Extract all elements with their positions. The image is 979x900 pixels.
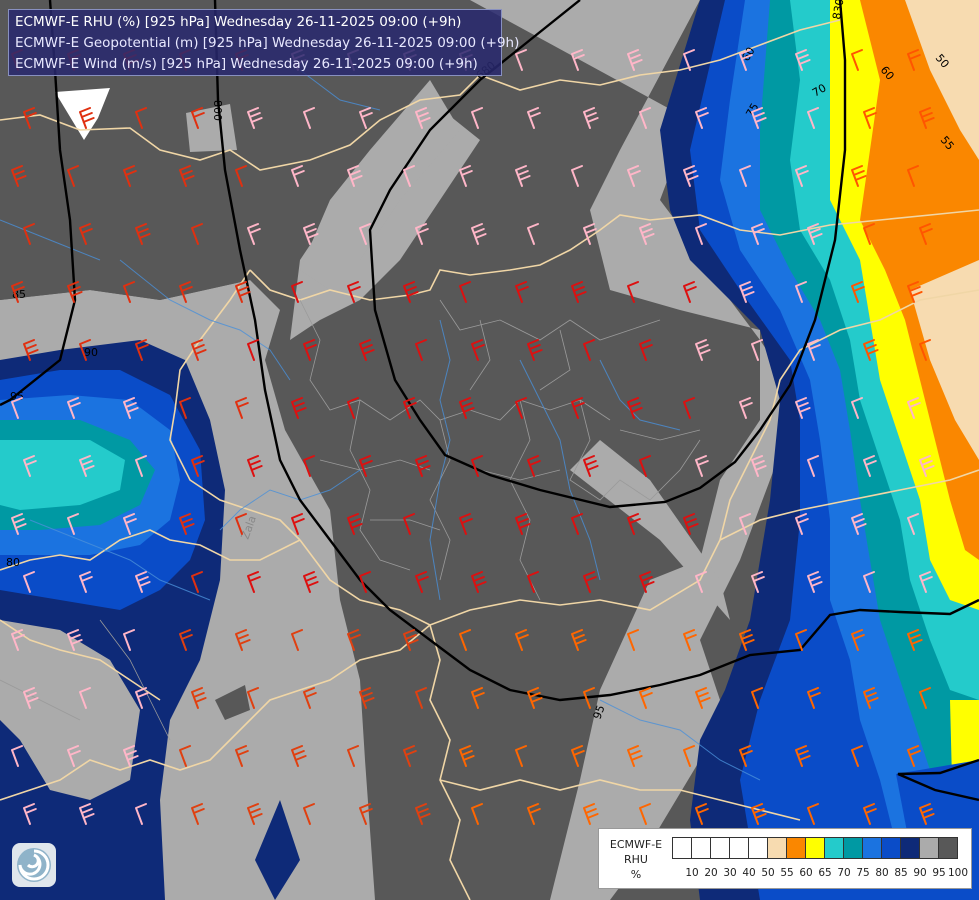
legend-swatch <box>843 837 863 859</box>
legend-swatch <box>672 837 692 859</box>
legend-tick-label: 100 <box>947 867 969 879</box>
legend-title-variable: RHU <box>624 853 648 866</box>
legend-swatch <box>710 837 730 859</box>
legend-title: ECMWF-E RHU % <box>603 837 669 882</box>
legend-swatch <box>881 837 901 859</box>
weather-map: 830 800 680 85 90 95 60 75 70 60 50 55 9… <box>0 0 979 900</box>
legend-swatch <box>919 837 939 859</box>
legend-tick-label: 90 <box>913 867 927 879</box>
legend-swatch <box>691 837 711 859</box>
title-wind: ECMWF-E Wind (m/s) [925 hPa] Wednesday 2… <box>15 56 478 72</box>
legend-title-unit: % <box>630 868 642 881</box>
legend-swatch <box>767 837 787 859</box>
legend-tick-label: 95 <box>932 867 946 879</box>
legend-tick-label: 85 <box>894 867 908 879</box>
legend-tick-label: 65 <box>818 867 832 879</box>
legend-tick-label: 70 <box>837 867 851 879</box>
rhu-legend: ECMWF-E RHU % 10 20 30 40 50 55 60 65 70 75 80 85 90… <box>598 828 972 889</box>
title-geopotential: ECMWF-E Geopotential (m) [925 hPa] Wedne… <box>15 35 520 51</box>
legend-swatch <box>938 837 958 859</box>
legend-tick-label: 60 <box>799 867 813 879</box>
label-800: 800 <box>211 100 224 121</box>
ecmwf-logo <box>12 843 56 887</box>
legend-title-model: ECMWF-E <box>609 838 663 851</box>
label-80: 80 <box>6 556 20 569</box>
legend-tick-label: 40 <box>742 867 756 879</box>
legend-swatch <box>786 837 806 859</box>
legend-swatch <box>805 837 825 859</box>
map-title-box: ECMWF-E RHU (%) [925 hPa] Wednesday 26-1… <box>8 9 520 76</box>
legend-tick-label: 75 <box>856 867 870 879</box>
legend-swatches <box>672 837 958 859</box>
title-rhu: ECMWF-E RHU (%) [925 hPa] Wednesday 26-1… <box>15 14 462 30</box>
legend-tick-label: 50 <box>761 867 775 879</box>
legend-tick-label: 10 <box>685 867 699 879</box>
legend-tick-label: 30 <box>723 867 737 879</box>
legend-swatch <box>748 837 768 859</box>
legend-swatch <box>900 837 920 859</box>
legend-swatch <box>824 837 844 859</box>
legend-swatch <box>729 837 749 859</box>
legend-swatch <box>862 837 882 859</box>
legend-tick-label: 20 <box>704 867 718 879</box>
legend-tick-label: 80 <box>875 867 889 879</box>
logo-swirl-icon <box>17 848 51 882</box>
legend-tick-label: 55 <box>780 867 794 879</box>
